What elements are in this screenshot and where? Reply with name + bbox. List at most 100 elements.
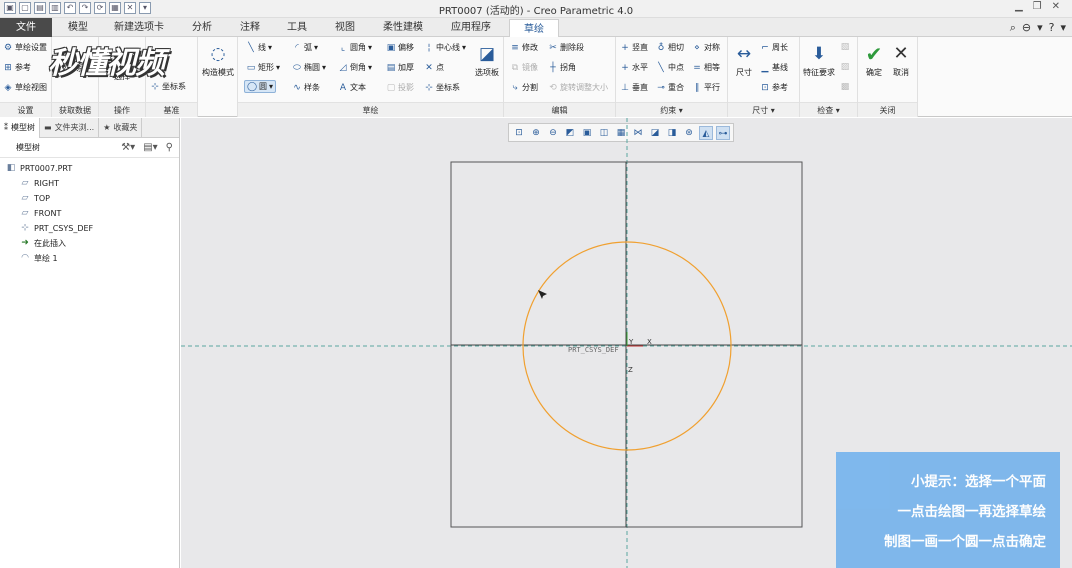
thicken-button[interactable]: ▤ 加厚 <box>386 62 414 73</box>
perpendicular-icon: ⊥ <box>621 82 629 93</box>
axis-x-label: X <box>647 338 652 346</box>
tab-new-tab[interactable]: 新建选项卡 <box>106 18 172 37</box>
tab-flexible-modeling[interactable]: 柔性建模 <box>373 18 433 37</box>
perpendicular-constraint-button[interactable]: ⊥ 垂直 <box>620 82 648 93</box>
ok-button[interactable]: ✔ 确定 <box>861 43 887 78</box>
group-sketch: ╲ 线 ▾ ▭ 矩形 ▾ ◯ 圆 ▾ ◜ 弧 ▾ ⬭ 椭圆 ▾ ∿ 样条 ⌞ 圆角 ▾ ◿ 倒角… <box>238 37 504 117</box>
delete-segment-icon: ✂ <box>549 42 557 53</box>
perimeter-icon: ⌐ <box>761 42 769 53</box>
references-button[interactable]: ⊞ 参考 <box>3 62 31 73</box>
tab-sketch[interactable]: 草绘 <box>509 19 559 38</box>
feature-requirements-button[interactable]: ⬇ 特征要求 <box>800 43 838 78</box>
coincident-constraint-button[interactable]: ⊸ 重合 <box>656 82 684 93</box>
mirror-button[interactable]: ⧉ 镜像 <box>510 62 538 73</box>
vertical-constraint-button[interactable]: + 竖直 <box>620 42 648 53</box>
dimension-button[interactable]: ↔ 尺寸 <box>730 43 758 78</box>
line-button[interactable]: ╲ 线 ▾ <box>246 42 272 53</box>
restore-icon[interactable]: ❐ <box>1033 1 1042 12</box>
tab-applications[interactable]: 应用程序 <box>441 18 501 37</box>
tab-model[interactable]: 模型 <box>58 18 98 37</box>
text-button[interactable]: A 文本 <box>338 82 366 93</box>
tangent-constraint-button[interactable]: ♁ 相切 <box>656 42 684 53</box>
tree-item[interactable]: ⊹ PRT_CSYS_DEF <box>6 221 179 236</box>
reference-dim-button[interactable]: ⊡ 参考 <box>760 82 788 93</box>
project-button[interactable]: ▢ 投影 <box>386 82 414 93</box>
divide-icon: ⤷ <box>512 82 518 93</box>
tree-item[interactable]: ➜ 在此插入 <box>6 236 179 251</box>
delete-segment-button[interactable]: ✂ 删除段 <box>548 42 584 53</box>
datum-plane-icon: ▱ <box>21 178 29 188</box>
group-edit: ≡ 修改 ✂ 删除段 ⧉ 镜像 ┼ 拐角 ⤷ 分割 ⟲ 旋转调整大小 编辑 <box>504 37 616 117</box>
sketch-setup-button[interactable]: ⚙ 草绘设置 <box>3 42 47 53</box>
minimize-icon[interactable]: ▁ <box>1015 1 1023 12</box>
tab-annotate[interactable]: 注释 <box>230 18 270 37</box>
tree-item[interactable]: ◧ PRT0007.PRT <box>6 161 179 176</box>
spline-button[interactable]: ∿ 样条 <box>292 82 320 93</box>
parallel-constraint-button[interactable]: ∥ 平行 <box>692 82 720 93</box>
tab-analysis[interactable]: 分析 <box>182 18 222 37</box>
chamfer-icon: ◿ <box>339 62 347 73</box>
text-icon: A <box>339 82 347 93</box>
group-edit-label: 编辑 <box>504 102 615 117</box>
centerline-button[interactable]: ¦ 中心线 ▾ <box>424 42 466 53</box>
ellipse-button[interactable]: ⬭ 椭圆 ▾ <box>292 62 326 73</box>
rectangle-button[interactable]: ▭ 矩形 ▾ <box>246 62 280 73</box>
circle-icon: ◯ <box>247 81 258 92</box>
cancel-button[interactable]: ✕ 取消 <box>888 43 914 78</box>
group-inspect-label[interactable]: 检查 ▾ <box>800 102 857 117</box>
midpoint-constraint-button[interactable]: ╲ 中点 <box>656 62 684 73</box>
equal-icon: = <box>693 62 701 73</box>
tab-folder-browser[interactable]: ▬ 文件夹浏... <box>40 118 100 138</box>
tree-columns-icon[interactable]: ▤▾ <box>143 138 157 158</box>
group-setup-label[interactable]: 设置 <box>0 102 51 117</box>
group-dimension-label[interactable]: 尺寸 ▾ <box>728 102 799 117</box>
point-button[interactable]: ✕ 点 <box>424 62 444 73</box>
equal-constraint-button[interactable]: = 相等 <box>692 62 720 73</box>
chamfer-button[interactable]: ◿ 倒角 ▾ <box>338 62 372 73</box>
datum-csys-button[interactable]: ⊹ 坐标系 <box>150 81 186 92</box>
corner-button[interactable]: ┼ 拐角 <box>548 62 576 73</box>
sketch-csys-button[interactable]: ⊹ 坐标系 <box>424 82 460 93</box>
symmetric-constraint-button[interactable]: ⋄ 对称 <box>692 42 720 53</box>
baseline-button[interactable]: ▁ 基线 <box>760 62 788 73</box>
tree-settings-icon[interactable]: ⚒▾ <box>121 138 135 158</box>
group-datum-label: 基准 <box>146 102 197 117</box>
inspect-tool-3[interactable]: ▩ <box>840 82 850 92</box>
fillet-button[interactable]: ⌞ 圆角 ▾ <box>338 42 372 53</box>
help-dropdown-icon[interactable]: ▾ <box>1037 21 1043 35</box>
ellipse-icon: ⬭ <box>293 62 301 73</box>
close-icon[interactable]: ✕ <box>1052 1 1060 12</box>
offset-button[interactable]: ▣ 偏移 <box>386 42 414 53</box>
palette-button[interactable]: ◪ 选项板 <box>472 43 502 78</box>
inspect-tool-1[interactable]: ▧ <box>840 42 850 52</box>
tab-file[interactable]: 文件 <box>0 18 52 37</box>
horizontal-constraint-button[interactable]: + 水平 <box>620 62 648 73</box>
shade-closed-icon: ▨ <box>840 62 850 72</box>
tree-item[interactable]: ◠ 草绘 1 <box>6 251 179 266</box>
inspect-tool-2[interactable]: ▨ <box>840 62 850 72</box>
tab-view[interactable]: 视图 <box>325 18 365 37</box>
tab-tools[interactable]: 工具 <box>277 18 317 37</box>
tree-item[interactable]: ▱ RIGHT <box>6 176 179 191</box>
sketch-view-button[interactable]: ◈ 草绘视图 <box>3 82 47 93</box>
help-icon[interactable]: ⊖ <box>1022 21 1031 35</box>
arc-button[interactable]: ◜ 弧 ▾ <box>292 42 318 53</box>
divide-button[interactable]: ⤷ 分割 <box>510 82 538 93</box>
modify-button[interactable]: ≡ 修改 <box>510 42 538 53</box>
rotate-resize-button[interactable]: ⟲ 旋转调整大小 <box>548 82 608 93</box>
construction-mode-button[interactable]: ◌ 构造模式 <box>199 43 237 78</box>
thicken-icon: ▤ <box>386 62 396 73</box>
group-operations-label[interactable]: 操作 <box>99 102 145 117</box>
circle-button[interactable]: ◯ 圆 ▾ <box>244 80 277 93</box>
model-tree: ◧ PRT0007.PRT ▱ RIGHT ▱ TOP ▱ FRONT ⊹ PRT_CSY… <box>0 158 179 266</box>
tab-model-tree[interactable]: ⁑ 模型树 <box>0 118 40 138</box>
tree-item[interactable]: ▱ TOP <box>6 191 179 206</box>
search-icon[interactable]: ⌕ <box>1010 21 1016 35</box>
group-constrain-label[interactable]: 约束 ▾ <box>616 102 727 117</box>
tab-favorites[interactable]: ★ 收藏夹 <box>99 118 143 138</box>
help-question-icon[interactable]: ? <box>1049 21 1055 35</box>
tree-filter-icon[interactable]: ⚲ <box>166 138 173 158</box>
perimeter-button[interactable]: ⌐ 周长 <box>760 42 788 53</box>
options-dropdown-icon[interactable]: ▾ <box>1060 21 1066 35</box>
tree-item[interactable]: ▱ FRONT <box>6 206 179 221</box>
